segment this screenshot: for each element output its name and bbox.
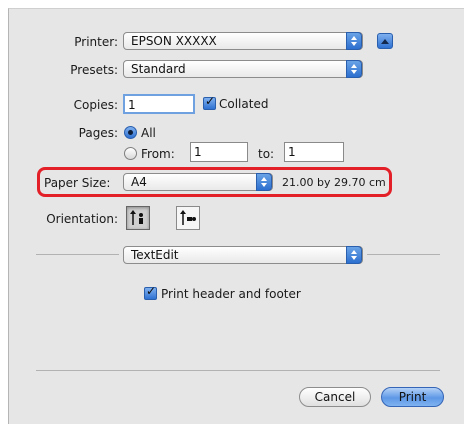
pages-to-field[interactable]: 1 — [284, 142, 344, 162]
bottom-divider — [36, 370, 440, 371]
pages-from-radio[interactable] — [124, 147, 137, 160]
section-popup[interactable]: TextEdit — [123, 246, 363, 264]
popup-arrows-icon — [346, 246, 362, 264]
pages-label: Pages: — [78, 126, 118, 140]
orientation-label: Orientation: — [46, 212, 118, 226]
portrait-orientation-button[interactable] — [126, 206, 150, 230]
pages-to-label: to: — [258, 147, 275, 161]
collapse-dialog-button[interactable] — [377, 33, 393, 49]
popup-arrows-icon — [346, 32, 362, 50]
section-divider-left — [36, 254, 119, 255]
section-divider-right — [367, 254, 440, 255]
popup-arrows-icon — [346, 60, 362, 78]
section-value: TextEdit — [131, 248, 179, 262]
print-button[interactable]: Print — [381, 387, 444, 407]
copies-field[interactable]: 1 — [123, 94, 195, 114]
landscape-orientation-button[interactable] — [176, 206, 200, 230]
presets-value: Standard — [131, 62, 186, 76]
pages-all-label: All — [141, 126, 156, 140]
pages-from-label: From: — [141, 147, 175, 161]
header-footer-checkbox[interactable] — [144, 284, 157, 300]
printer-value: EPSON XXXXX — [131, 34, 217, 48]
copies-label: Copies: — [73, 98, 118, 112]
presets-popup[interactable]: Standard — [123, 60, 363, 78]
printer-popup[interactable]: EPSON XXXXX — [123, 32, 363, 50]
collated-checkbox[interactable] — [203, 94, 216, 110]
cancel-button[interactable]: Cancel — [299, 387, 371, 407]
landscape-icon — [180, 210, 196, 225]
presets-label: Presets: — [70, 63, 118, 77]
paper-size-highlight — [37, 167, 392, 197]
pages-from-field[interactable]: 1 — [190, 142, 248, 162]
printer-label: Printer: — [74, 35, 118, 49]
pages-all-radio[interactable] — [124, 126, 137, 139]
collated-label: Collated — [219, 97, 269, 111]
header-footer-label: Print header and footer — [161, 287, 301, 301]
portrait-icon — [130, 210, 143, 225]
